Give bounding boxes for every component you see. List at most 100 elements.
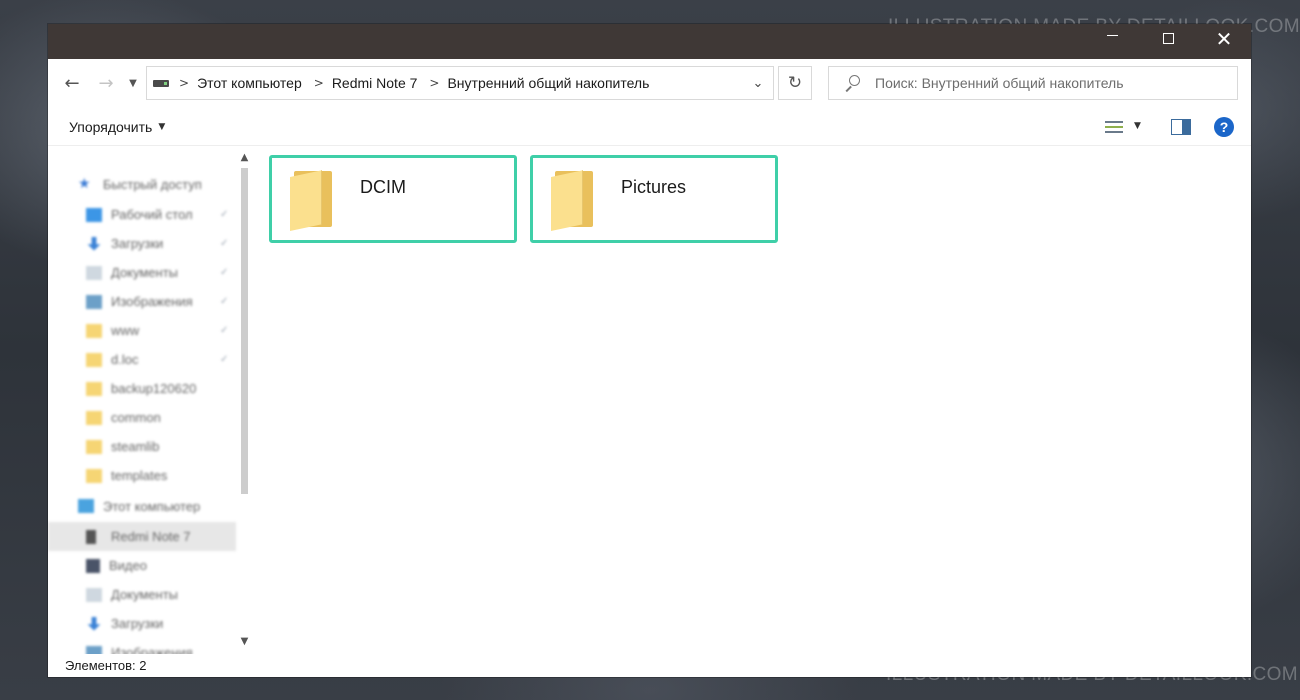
arrow-right-icon: → (98, 72, 114, 94)
document-icon (86, 587, 102, 602)
desktop-icon (86, 207, 102, 222)
pin-icon: ✓ (220, 238, 229, 249)
nav-item-label: d.loc (111, 352, 139, 367)
nav-item-label: Загрузки (111, 236, 164, 251)
nav-item-label: Загрузки (111, 616, 164, 631)
breadcrumb-separator-icon[interactable]: > (429, 76, 439, 90)
image-icon (86, 294, 102, 309)
breadcrumb-this-pc[interactable]: Этот компьютер (197, 75, 302, 91)
folder-icon (551, 169, 595, 231)
pin-icon: ✓ (220, 354, 229, 365)
folder-item-dcim[interactable]: DCIM (269, 155, 517, 243)
preview-pane-icon[interactable] (1171, 119, 1191, 135)
arrow-left-icon: ← (64, 72, 80, 94)
pin-icon: ✓ (220, 209, 229, 220)
navigation-tree: ★ Быстрый доступ Рабочий стол ✓ Загрузки… (48, 168, 236, 654)
maximize-icon (1162, 33, 1174, 44)
nav-folder-www[interactable]: www ✓ (48, 316, 236, 345)
breadcrumb-separator-icon[interactable]: > (314, 76, 324, 90)
folder-icon (86, 323, 102, 338)
nav-item-label: Этот компьютер (103, 498, 201, 514)
navigation-bar: ← → ▼ > Этот компьютер > Redmi Note 7 > … (48, 59, 1251, 109)
maximize-button[interactable] (1140, 24, 1196, 59)
nav-item-label: Изображения (111, 645, 193, 654)
folder-icon (86, 381, 102, 396)
image-icon (86, 645, 102, 654)
change-view-button[interactable] (1105, 119, 1123, 136)
breadcrumb-separator-icon[interactable]: > (179, 76, 189, 90)
organize-button[interactable]: Упорядочить ▼ (69, 119, 165, 135)
search-box[interactable] (828, 66, 1238, 100)
nav-downloads[interactable]: Загрузки ✓ (48, 229, 236, 258)
pin-icon: ✓ (220, 296, 229, 307)
nav-quick-access[interactable]: ★ Быстрый доступ (48, 168, 236, 200)
nav-documents[interactable]: Документы ✓ (48, 258, 236, 287)
explorer-window: ✕ ← → ▼ > Этот компьютер > Redmi Note 7 … (48, 24, 1251, 677)
minimize-icon (1106, 35, 1118, 36)
nav-item-label: Видео (109, 558, 147, 573)
view-options-caret-icon[interactable]: ▼ (1134, 121, 1141, 131)
organize-label: Упорядочить (69, 119, 153, 135)
nav-redmi-note-7[interactable]: Redmi Note 7 (48, 522, 236, 551)
close-button[interactable]: ✕ (1196, 24, 1252, 59)
folder-item-pictures[interactable]: Pictures (530, 155, 778, 243)
video-icon (86, 558, 100, 573)
forward-button[interactable]: → (94, 71, 118, 95)
folder-name: Pictures (621, 177, 687, 197)
nav-item-label: Быстрый доступ (103, 176, 202, 192)
star-icon: ★ (78, 176, 91, 192)
nav-video[interactable]: Видео (48, 551, 236, 580)
nav-folder-steamlib[interactable]: steamlib (48, 432, 236, 461)
scroll-down-icon[interactable]: ▼ (236, 634, 253, 648)
nav-item-label: steamlib (111, 439, 160, 454)
file-list-area[interactable]: DCIM Pictures (253, 146, 1251, 654)
nav-folder-templates[interactable]: templates (48, 461, 236, 490)
breadcrumb-device[interactable]: Redmi Note 7 (332, 75, 418, 91)
title-bar: ✕ (48, 24, 1251, 59)
close-icon: ✕ (1215, 26, 1233, 51)
nav-item-label: backup120620 (111, 381, 197, 396)
command-bar: Упорядочить ▼ ▼ ? (48, 109, 1251, 146)
nav-folder-backup[interactable]: backup120620 (48, 374, 236, 403)
nav-item-label: Документы (111, 265, 179, 280)
folder-name: DCIM (360, 177, 406, 197)
address-bar[interactable]: > Этот компьютер > Redmi Note 7 > Внутре… (146, 66, 774, 100)
nav-this-pc[interactable]: Этот компьютер (48, 490, 236, 522)
search-icon (843, 74, 861, 92)
item-count: Элементов: 2 (65, 658, 147, 673)
address-dropdown-button[interactable]: ⌄ (743, 67, 773, 99)
download-icon (87, 616, 101, 631)
nav-item-label: www (111, 323, 140, 338)
nav-pc-images[interactable]: Изображения (48, 638, 236, 654)
download-icon (87, 236, 101, 251)
nav-folder-common[interactable]: common (48, 403, 236, 432)
minimize-button[interactable] (1084, 24, 1140, 59)
back-button[interactable]: ← (60, 71, 84, 95)
pin-icon: ✓ (220, 325, 229, 336)
folder-icon (86, 468, 102, 483)
chevron-down-icon: ⌄ (752, 75, 764, 91)
search-input[interactable] (875, 75, 1215, 91)
nav-images[interactable]: Изображения ✓ (48, 287, 236, 316)
nav-desktop[interactable]: Рабочий стол ✓ (48, 200, 236, 229)
scrollbar-thumb[interactable] (241, 168, 248, 494)
nav-item-label: templates (111, 468, 168, 483)
refresh-icon: ↻ (787, 73, 803, 93)
nav-pc-downloads[interactable]: Загрузки (48, 609, 236, 638)
nav-item-label: Рабочий стол (111, 207, 193, 222)
nav-pc-documents[interactable]: Документы (48, 580, 236, 609)
refresh-button[interactable]: ↻ (778, 66, 812, 100)
document-icon (86, 265, 102, 280)
nav-item-label: Redmi Note 7 (111, 529, 191, 544)
phone-icon (86, 529, 96, 544)
scroll-up-icon[interactable]: ▲ (236, 150, 253, 164)
nav-item-label: Документы (111, 587, 179, 602)
chevron-down-icon: ▼ (129, 77, 137, 89)
folder-icon (290, 169, 334, 231)
recent-locations-button[interactable]: ▼ (124, 71, 142, 95)
caret-down-icon: ▼ (158, 122, 166, 132)
navigation-scrollbar[interactable]: ▲ ▼ (236, 146, 253, 654)
breadcrumb-storage[interactable]: Внутренний общий накопитель (447, 75, 649, 91)
nav-folder-dloc[interactable]: d.loc ✓ (48, 345, 236, 374)
help-icon[interactable]: ? (1214, 117, 1234, 137)
